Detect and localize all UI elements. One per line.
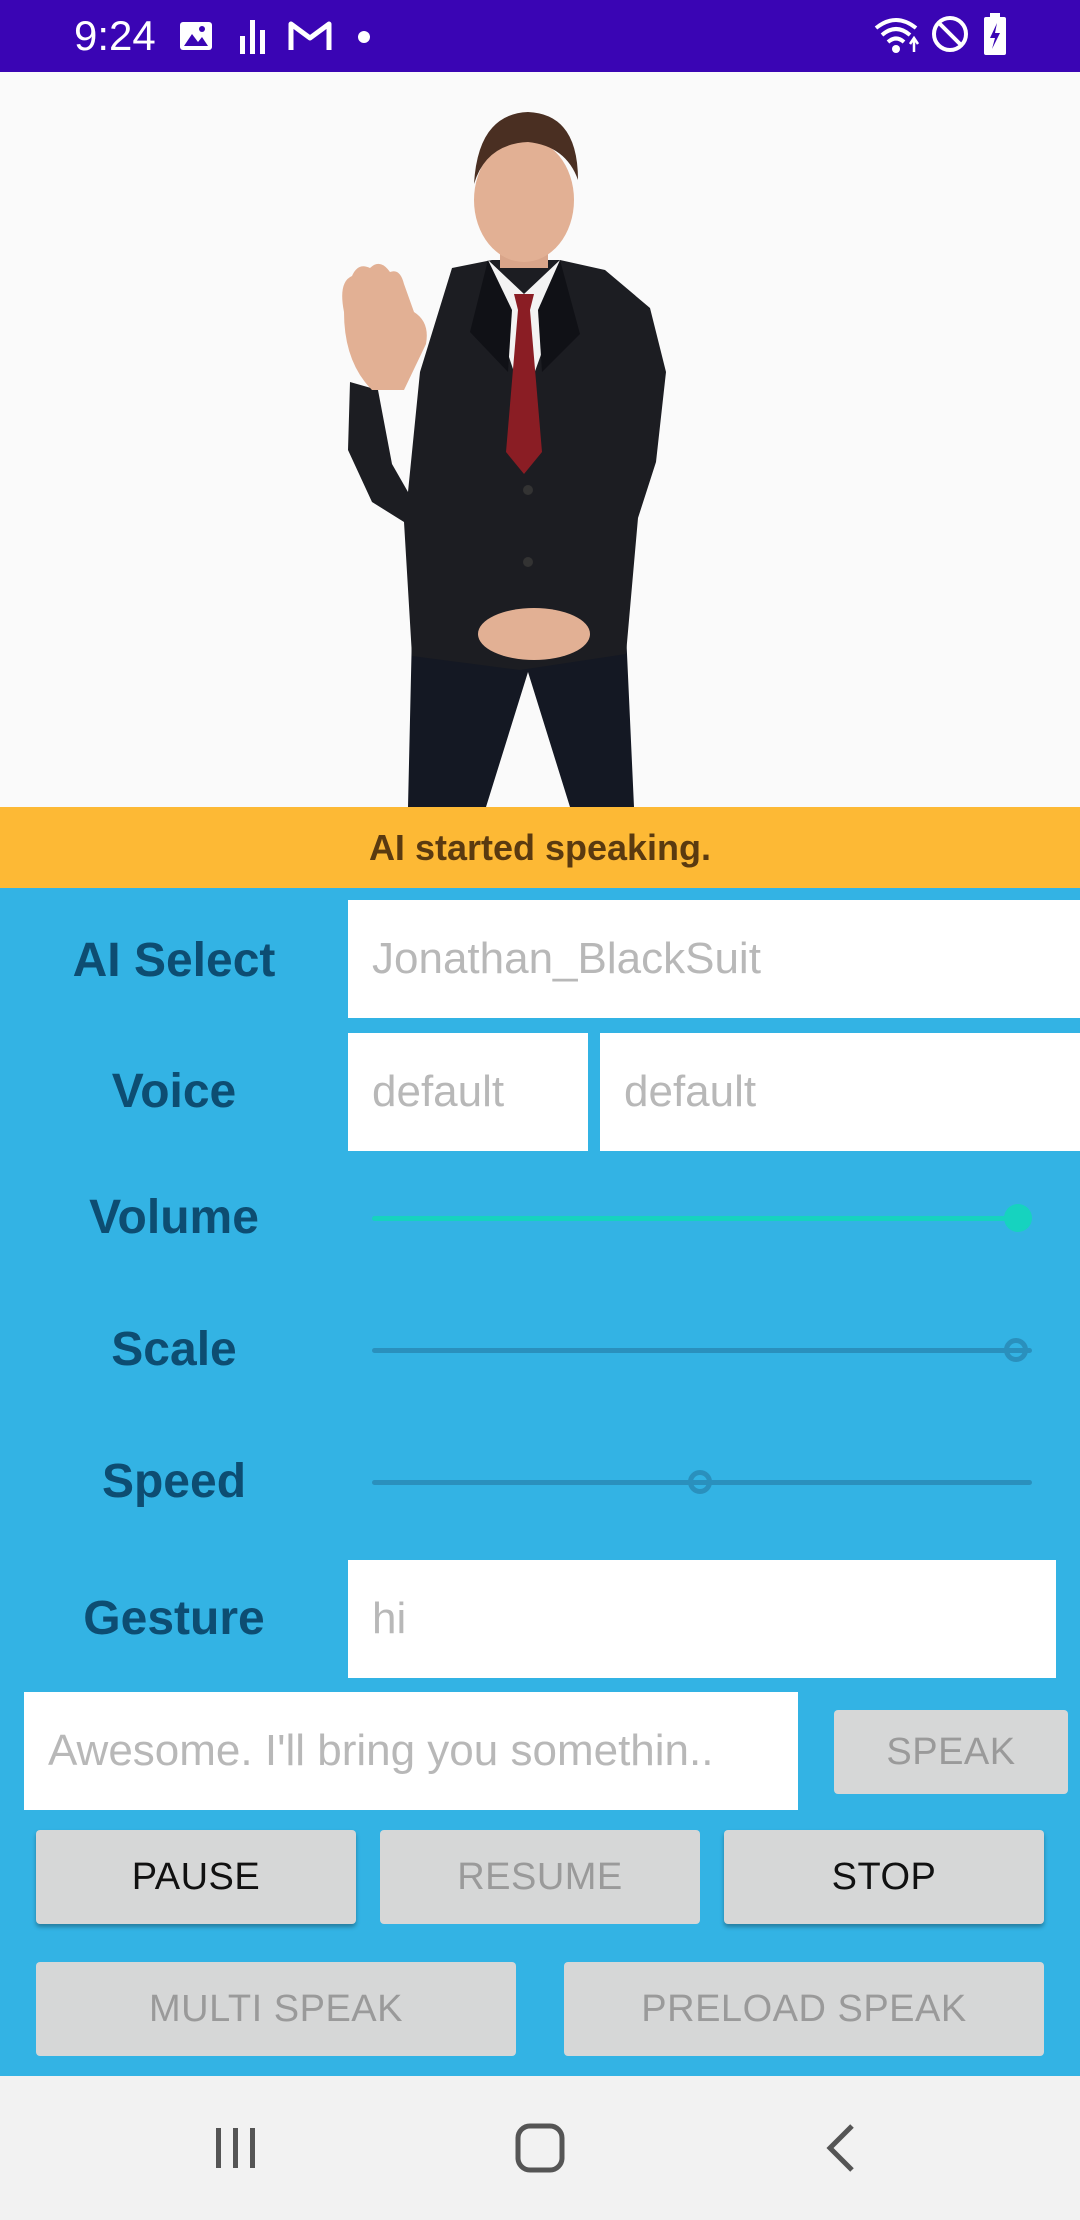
signal-bars-icon — [238, 16, 268, 61]
stop-button[interactable]: STOP — [724, 1830, 1044, 1924]
speak-text-input[interactable]: Awesome. I'll bring you somethin.. — [24, 1692, 798, 1810]
scale-slider-track — [372, 1348, 1032, 1353]
voice-select-1[interactable]: default — [348, 1033, 588, 1151]
wifi-icon — [872, 14, 920, 61]
scale-label: Scale — [111, 1323, 237, 1376]
system-nav-bar — [0, 2076, 1080, 2220]
image-icon — [178, 18, 214, 59]
ai-select-dropdown[interactable]: Jonathan_BlackSuit — [348, 900, 1080, 1018]
status-time: 9:24 — [74, 12, 156, 59]
gesture-label: Gesture — [83, 1592, 265, 1645]
scale-slider-thumb[interactable] — [1004, 1338, 1028, 1362]
ai-select-label: AI Select — [72, 934, 276, 987]
gmail-icon — [288, 18, 332, 59]
pause-button[interactable]: PAUSE — [36, 1830, 356, 1924]
resume-button[interactable]: RESUME — [380, 1830, 700, 1924]
back-icon[interactable] — [822, 2122, 858, 2179]
control-panel: AI Select Jonathan_BlackSuit Voice defau… — [0, 888, 1080, 2076]
multi-speak-button[interactable]: MULTI SPEAK — [36, 1962, 516, 2056]
dot-icon — [358, 30, 370, 48]
ai-avatar-figure — [342, 112, 666, 807]
ai-avatar-view — [0, 72, 1080, 807]
battery-charging-icon — [982, 12, 1008, 61]
scale-slider[interactable] — [372, 1330, 1032, 1370]
speed-label: Speed — [101, 1455, 247, 1508]
recent-apps-icon[interactable] — [212, 2124, 260, 2177]
gesture-dropdown[interactable]: hi — [348, 1560, 1056, 1678]
status-bar: 9:24 — [0, 0, 1080, 72]
home-icon[interactable] — [514, 2122, 566, 2179]
voice-select-2[interactable]: default — [600, 1033, 1080, 1151]
status-banner: AI started speaking. — [0, 807, 1080, 888]
volume-label: Volume — [89, 1191, 259, 1244]
voice-label: Voice — [111, 1065, 237, 1118]
volume-slider[interactable] — [372, 1198, 1032, 1238]
volume-slider-thumb[interactable] — [1004, 1204, 1032, 1232]
speed-slider[interactable] — [372, 1462, 1032, 1502]
preload-speak-button[interactable]: PRELOAD SPEAK — [564, 1962, 1044, 2056]
volume-slider-track — [372, 1216, 1032, 1221]
do-not-disturb-icon — [930, 14, 970, 59]
speak-button[interactable]: SPEAK — [834, 1710, 1068, 1794]
speed-slider-thumb[interactable] — [688, 1470, 712, 1494]
